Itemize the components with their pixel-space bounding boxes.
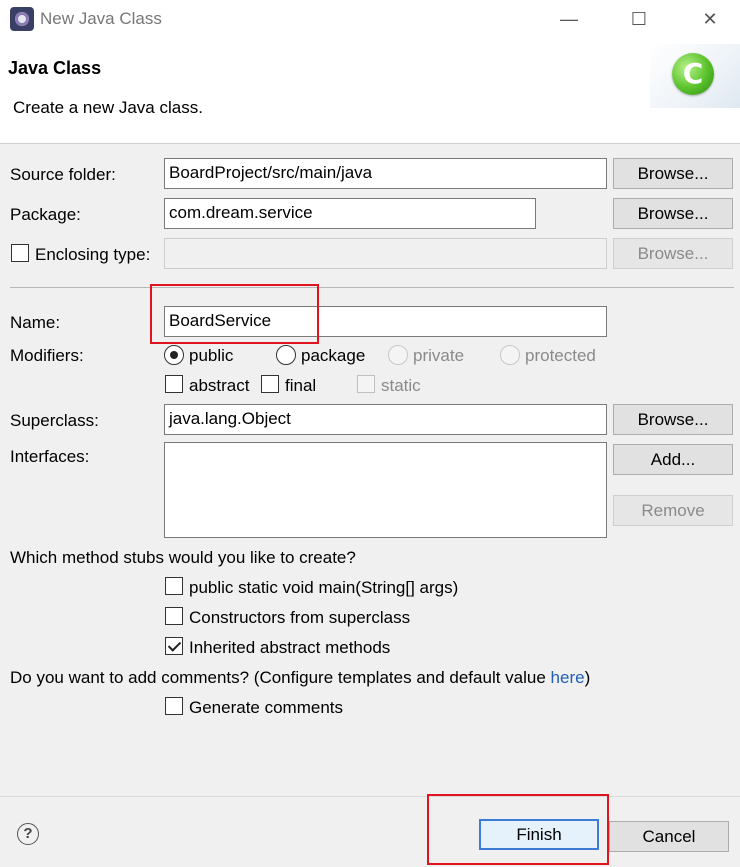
wizard-header — [0, 38, 740, 143]
method-stubs-question: Which method stubs would you like to cre… — [10, 548, 356, 567]
stub-main-checkbox[interactable] — [165, 577, 183, 595]
comments-question-suffix: ) — [584, 668, 591, 687]
enclosing-type-field — [164, 238, 607, 269]
comments-question-text: Do you want to add comments? (Configure … — [10, 668, 551, 687]
modifier-static-label: static — [381, 376, 421, 395]
package-browse-button[interactable]: Browse... — [613, 198, 733, 229]
name-label: Name: — [10, 313, 61, 332]
interfaces-list[interactable] — [164, 442, 607, 538]
minimize-button[interactable]: — — [549, 4, 589, 34]
modifier-package-radio[interactable] — [276, 345, 296, 365]
modifier-final-label: final — [285, 376, 317, 395]
modifier-package-label: package — [301, 346, 366, 365]
eclipse-app-icon — [10, 7, 34, 31]
class-c-icon: C — [672, 53, 714, 95]
enclosing-type-checkbox[interactable] — [11, 244, 29, 262]
stub-inherited-abstract-label: Inherited abstract methods — [189, 638, 391, 657]
source-folder-label: Source folder: — [10, 165, 116, 184]
package-label: Package: — [10, 205, 81, 224]
modifier-static-checkbox — [357, 375, 375, 393]
enclosing-type-label: Enclosing type: — [35, 245, 151, 264]
stub-inherited-abstract-checkbox[interactable] — [165, 637, 183, 655]
modifier-private-label: private — [413, 346, 465, 365]
modifier-protected-label: protected — [525, 346, 596, 365]
stub-constructors-label: Constructors from superclass — [189, 608, 411, 627]
modifiers-label: Modifiers: — [10, 346, 84, 365]
stub-constructors-checkbox[interactable] — [165, 607, 183, 625]
package-field[interactable]: com.dream.service — [164, 198, 536, 229]
interfaces-remove-button: Remove — [613, 495, 733, 526]
source-folder-field[interactable]: BoardProject/src/main/java — [164, 158, 607, 189]
wizard-title: Java Class — [8, 58, 102, 78]
modifier-final-checkbox[interactable] — [261, 375, 279, 393]
modifier-abstract-checkbox[interactable] — [165, 375, 183, 393]
name-highlight-box — [150, 284, 319, 344]
generate-comments-label: Generate comments — [189, 698, 344, 717]
help-icon[interactable]: ? — [17, 823, 39, 845]
superclass-label: Superclass: — [10, 411, 99, 430]
window-title: New Java Class — [40, 9, 162, 28]
maximize-button[interactable]: ☐ — [619, 4, 659, 34]
stub-main-label: public static void main(String[] args) — [189, 578, 459, 597]
comments-question: Do you want to add comments? (Configure … — [10, 668, 590, 688]
wizard-description: Create a new Java class. — [13, 98, 203, 117]
superclass-browse-button[interactable]: Browse... — [613, 404, 733, 435]
superclass-field[interactable]: java.lang.Object — [164, 404, 607, 435]
configure-templates-link[interactable]: here — [551, 668, 585, 687]
source-folder-browse-button[interactable]: Browse... — [613, 158, 733, 189]
modifier-abstract-label: abstract — [189, 376, 250, 395]
enclosing-type-browse-button: Browse... — [613, 238, 733, 269]
modifier-public-label: public — [189, 346, 234, 365]
finish-highlight-box — [427, 794, 609, 865]
modifier-protected-radio — [500, 345, 520, 365]
modifier-private-radio — [388, 345, 408, 365]
cancel-button[interactable]: Cancel — [609, 821, 729, 852]
close-button[interactable]: ✕ — [690, 4, 730, 34]
modifier-public-radio[interactable] — [164, 345, 184, 365]
generate-comments-checkbox[interactable] — [165, 697, 183, 715]
interfaces-label: Interfaces: — [10, 447, 90, 466]
interfaces-add-button[interactable]: Add... — [613, 444, 733, 475]
section-separator — [10, 287, 734, 288]
